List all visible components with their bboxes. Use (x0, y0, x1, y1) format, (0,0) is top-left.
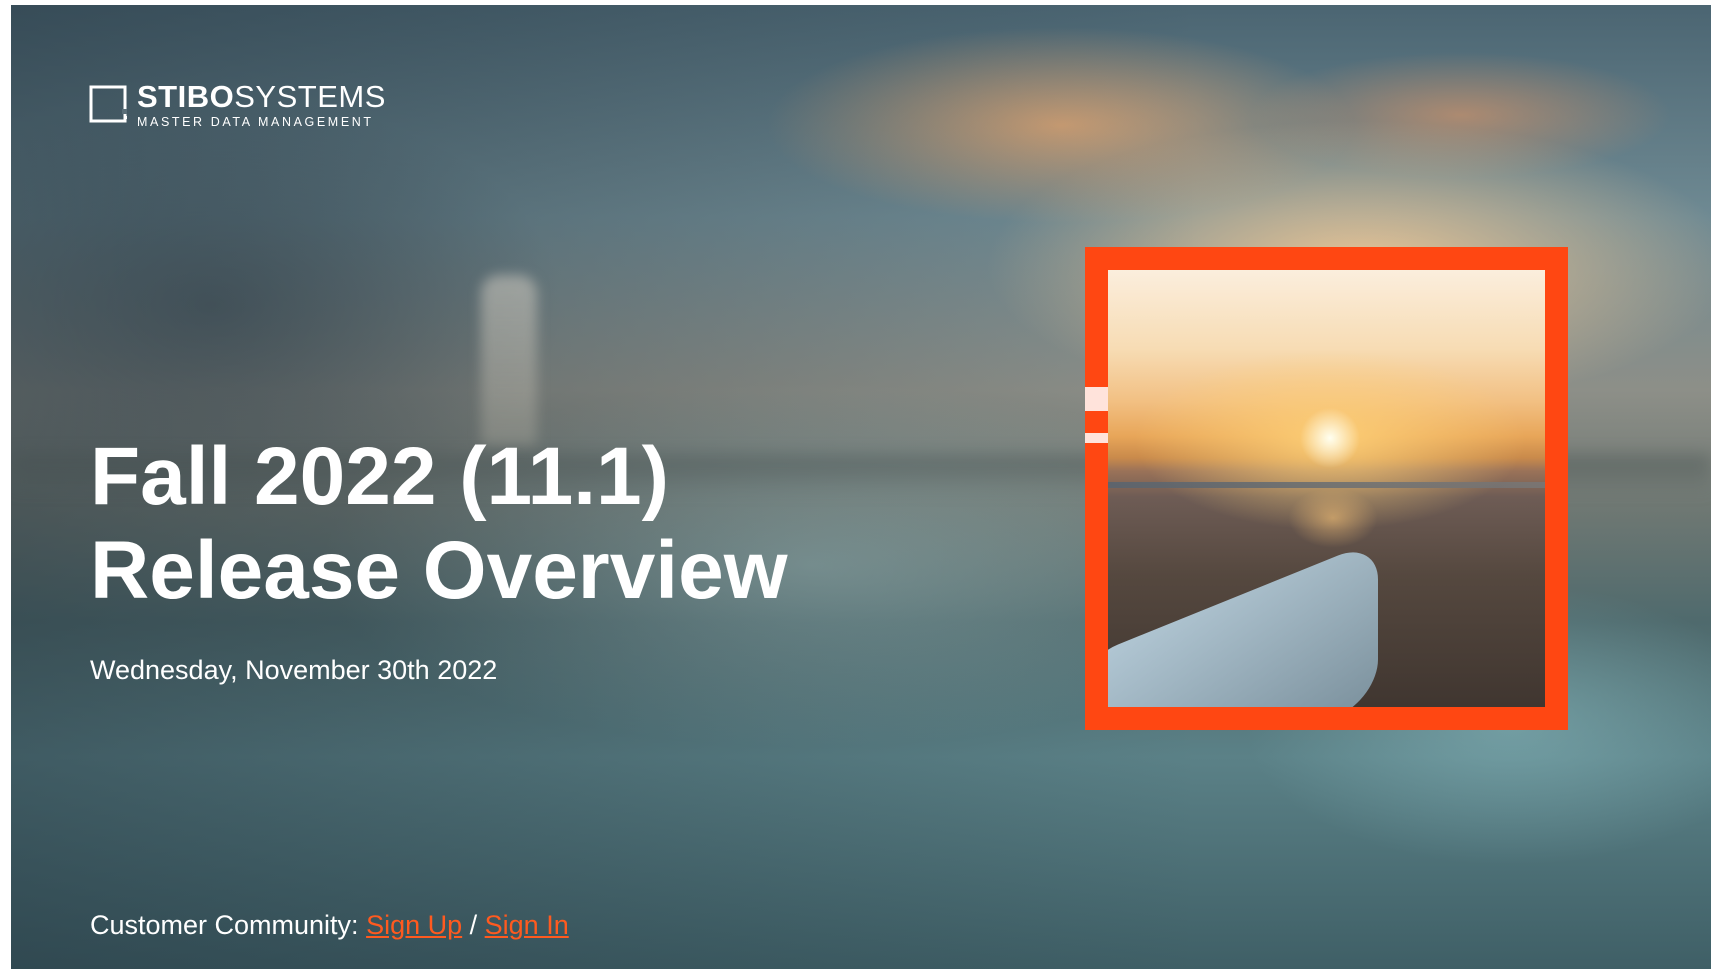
sunset-beach-photo (1108, 270, 1545, 707)
frame-notch-top (1085, 387, 1108, 411)
title-line-2: Release Overview (90, 525, 788, 616)
stibo-systems-logo: STIBOSYSTEMS MASTER DATA MANAGEMENT (89, 81, 386, 133)
title-line-1: Fall 2022 (11.1) (90, 431, 669, 522)
logo-brand-light: SYSTEMS (234, 79, 386, 114)
logo-square-icon (89, 85, 127, 123)
slide-title: Fall 2022 (11.1) Release Overview (90, 430, 787, 618)
sign-in-link[interactable]: Sign In (485, 910, 569, 940)
logo-brand-bold: STIBO (137, 79, 235, 114)
customer-community: Customer Community: Sign Up / Sign In (90, 910, 569, 941)
logo-tagline: MASTER DATA MANAGEMENT (137, 115, 374, 129)
frame-notch-bottom (1085, 433, 1108, 443)
sign-up-link[interactable]: Sign Up (366, 910, 462, 940)
sun-reflection (1288, 488, 1378, 548)
link-separator: / (462, 910, 485, 940)
community-label: Customer Community: (90, 910, 367, 940)
logo-text: STIBOSYSTEMS MASTER DATA MANAGEMENT (137, 79, 386, 130)
background-lighthouse (481, 275, 537, 445)
slide: STIBOSYSTEMS MASTER DATA MANAGEMENT Fall… (11, 5, 1711, 969)
slide-date: Wednesday, November 30th 2022 (90, 655, 498, 685)
sunset-photo-frame (1085, 247, 1568, 730)
